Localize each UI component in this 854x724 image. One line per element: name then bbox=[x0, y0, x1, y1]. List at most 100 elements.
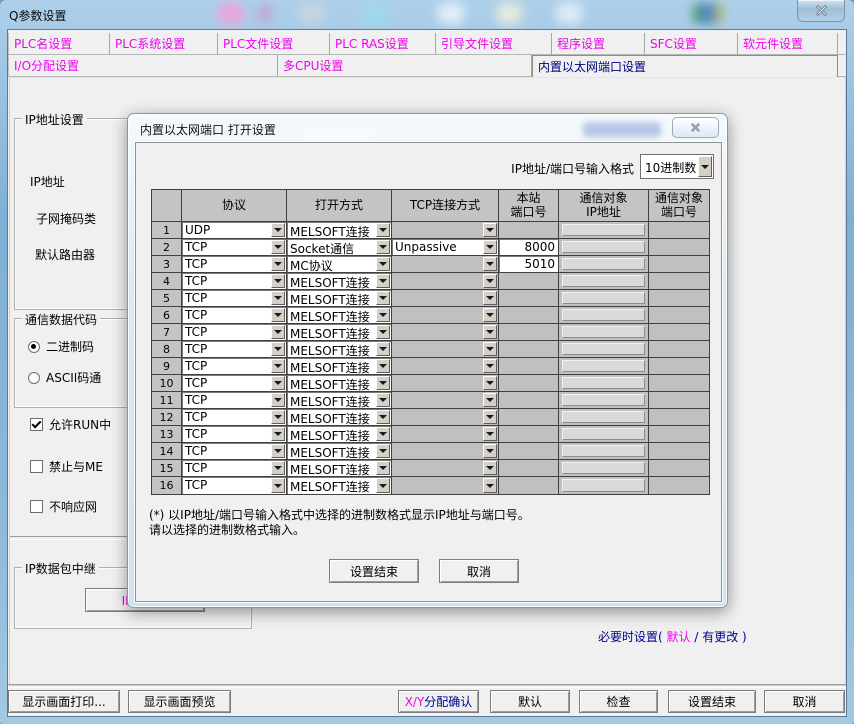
chevron-down-icon[interactable] bbox=[483, 444, 497, 458]
row-number-cell[interactable]: 14 bbox=[152, 443, 182, 460]
protocol-select[interactable]: TCP bbox=[182, 239, 287, 256]
tcp-connection-select[interactable] bbox=[392, 273, 499, 290]
protocol-select[interactable]: TCP bbox=[182, 460, 287, 477]
chevron-down-icon[interactable] bbox=[483, 223, 497, 237]
tcp-connection-select[interactable] bbox=[392, 307, 499, 324]
protocol-select[interactable]: TCP bbox=[182, 477, 287, 494]
chevron-down-icon[interactable] bbox=[483, 257, 497, 271]
tab-io-assignment[interactable]: I/O分配设置 bbox=[8, 55, 278, 77]
host-port-cell[interactable]: 8000 bbox=[499, 239, 559, 256]
open-method-select[interactable]: MELSOFT连接 bbox=[287, 358, 392, 375]
disable-melsoft-checkbox[interactable]: 禁止与ME bbox=[30, 458, 103, 475]
row-number-cell[interactable]: 11 bbox=[152, 392, 182, 409]
chevron-down-icon[interactable] bbox=[271, 342, 285, 356]
row-number-cell[interactable]: 16 bbox=[152, 477, 182, 494]
chevron-down-icon[interactable] bbox=[376, 359, 390, 373]
chevron-down-icon[interactable] bbox=[376, 444, 390, 458]
open-method-select[interactable]: MC协议 bbox=[287, 256, 392, 273]
chevron-down-icon[interactable] bbox=[376, 325, 390, 339]
chevron-down-icon[interactable] bbox=[271, 359, 285, 373]
tcp-connection-select[interactable] bbox=[392, 392, 499, 409]
default-button[interactable]: 默认 bbox=[490, 690, 570, 713]
allow-run-write-checkbox[interactable]: 允许RUN中 bbox=[30, 416, 111, 433]
window-close-button[interactable] bbox=[797, 0, 845, 22]
chevron-down-icon[interactable] bbox=[483, 427, 497, 441]
print-preview-button[interactable]: 显示画面预览 bbox=[128, 690, 231, 713]
print-screen-button[interactable]: 显示画面打印... bbox=[8, 690, 120, 713]
tcp-connection-select[interactable] bbox=[392, 256, 499, 273]
no-network-response-checkbox[interactable]: 不响应网 bbox=[30, 498, 97, 515]
tcp-connection-select[interactable] bbox=[392, 290, 499, 307]
dialog-finish-button[interactable]: 设置结束 bbox=[329, 559, 419, 583]
dialog-cancel-button[interactable]: 取消 bbox=[439, 559, 519, 583]
chevron-down-icon[interactable] bbox=[483, 291, 497, 305]
check-button[interactable]: 检查 bbox=[579, 690, 658, 713]
chevron-down-icon[interactable] bbox=[271, 393, 285, 407]
row-number-cell[interactable]: 9 bbox=[152, 358, 182, 375]
open-method-select[interactable]: MELSOFT连接 bbox=[287, 392, 392, 409]
row-number-cell[interactable]: 10 bbox=[152, 375, 182, 392]
protocol-select[interactable]: TCP bbox=[182, 443, 287, 460]
finish-setting-button[interactable]: 设置结束 bbox=[668, 690, 756, 713]
chevron-down-icon[interactable] bbox=[483, 240, 497, 254]
protocol-select[interactable]: TCP bbox=[182, 392, 287, 409]
tab-program[interactable]: 程序设置 bbox=[552, 33, 645, 55]
chevron-down-icon[interactable] bbox=[376, 376, 390, 390]
open-method-select[interactable]: MELSOFT连接 bbox=[287, 273, 392, 290]
protocol-select[interactable]: TCP bbox=[182, 341, 287, 358]
tab-builtin-ethernet[interactable]: 内置以太网端口设置 bbox=[532, 55, 838, 77]
protocol-select[interactable]: TCP bbox=[182, 324, 287, 341]
tab-plc-system[interactable]: PLC系统设置 bbox=[110, 33, 218, 55]
protocol-select[interactable]: TCP bbox=[182, 358, 287, 375]
protocol-select[interactable]: TCP bbox=[182, 307, 287, 324]
chevron-down-icon[interactable] bbox=[376, 291, 390, 305]
chevron-down-icon[interactable] bbox=[376, 393, 390, 407]
protocol-select[interactable]: TCP bbox=[182, 375, 287, 392]
tab-boot-file[interactable]: 引导文件设置 bbox=[436, 33, 552, 55]
row-number-cell[interactable]: 6 bbox=[152, 307, 182, 324]
chevron-down-icon[interactable] bbox=[376, 240, 390, 254]
chevron-down-icon[interactable] bbox=[483, 393, 497, 407]
row-number-cell[interactable]: 12 bbox=[152, 409, 182, 426]
tcp-connection-select[interactable] bbox=[392, 375, 499, 392]
chevron-down-icon[interactable] bbox=[271, 274, 285, 288]
tcp-connection-select[interactable] bbox=[392, 443, 499, 460]
row-number-cell[interactable]: 4 bbox=[152, 273, 182, 290]
chevron-down-icon[interactable] bbox=[376, 410, 390, 424]
chevron-down-icon[interactable] bbox=[376, 342, 390, 356]
protocol-select[interactable]: TCP bbox=[182, 290, 287, 307]
open-method-select[interactable]: MELSOFT连接 bbox=[287, 290, 392, 307]
row-number-cell[interactable]: 1 bbox=[152, 222, 182, 239]
protocol-select[interactable]: TCP bbox=[182, 273, 287, 290]
protocol-select[interactable]: UDP bbox=[182, 222, 287, 239]
open-method-select[interactable]: MELSOFT连接 bbox=[287, 375, 392, 392]
tcp-connection-select[interactable] bbox=[392, 460, 499, 477]
chevron-down-icon[interactable] bbox=[271, 223, 285, 237]
chevron-down-icon[interactable] bbox=[376, 427, 390, 441]
chevron-down-icon[interactable] bbox=[271, 308, 285, 322]
chevron-down-icon[interactable] bbox=[376, 257, 390, 271]
chevron-down-icon[interactable] bbox=[698, 156, 712, 177]
open-method-select[interactable]: MELSOFT连接 bbox=[287, 460, 392, 477]
chevron-down-icon[interactable] bbox=[271, 410, 285, 424]
chevron-down-icon[interactable] bbox=[483, 342, 497, 356]
row-number-cell[interactable]: 13 bbox=[152, 426, 182, 443]
tcp-connection-select[interactable] bbox=[392, 358, 499, 375]
chevron-down-icon[interactable] bbox=[271, 427, 285, 441]
chevron-down-icon[interactable] bbox=[271, 291, 285, 305]
open-method-select[interactable]: MELSOFT连接 bbox=[287, 426, 392, 443]
tcp-connection-select[interactable] bbox=[392, 477, 499, 494]
tab-plc-file[interactable]: PLC文件设置 bbox=[218, 33, 330, 55]
chevron-down-icon[interactable] bbox=[376, 223, 390, 237]
chevron-down-icon[interactable] bbox=[271, 444, 285, 458]
protocol-select[interactable]: TCP bbox=[182, 256, 287, 273]
chevron-down-icon[interactable] bbox=[483, 410, 497, 424]
open-method-select[interactable]: MELSOFT连接 bbox=[287, 341, 392, 358]
xy-assignment-confirm-button[interactable]: X/Y分配确认 bbox=[398, 690, 479, 713]
open-method-select[interactable]: MELSOFT连接 bbox=[287, 222, 392, 239]
row-number-cell[interactable]: 2 bbox=[152, 239, 182, 256]
chevron-down-icon[interactable] bbox=[271, 325, 285, 339]
open-method-select[interactable]: MELSOFT连接 bbox=[287, 409, 392, 426]
row-number-cell[interactable]: 3 bbox=[152, 256, 182, 273]
tcp-connection-select[interactable] bbox=[392, 324, 499, 341]
